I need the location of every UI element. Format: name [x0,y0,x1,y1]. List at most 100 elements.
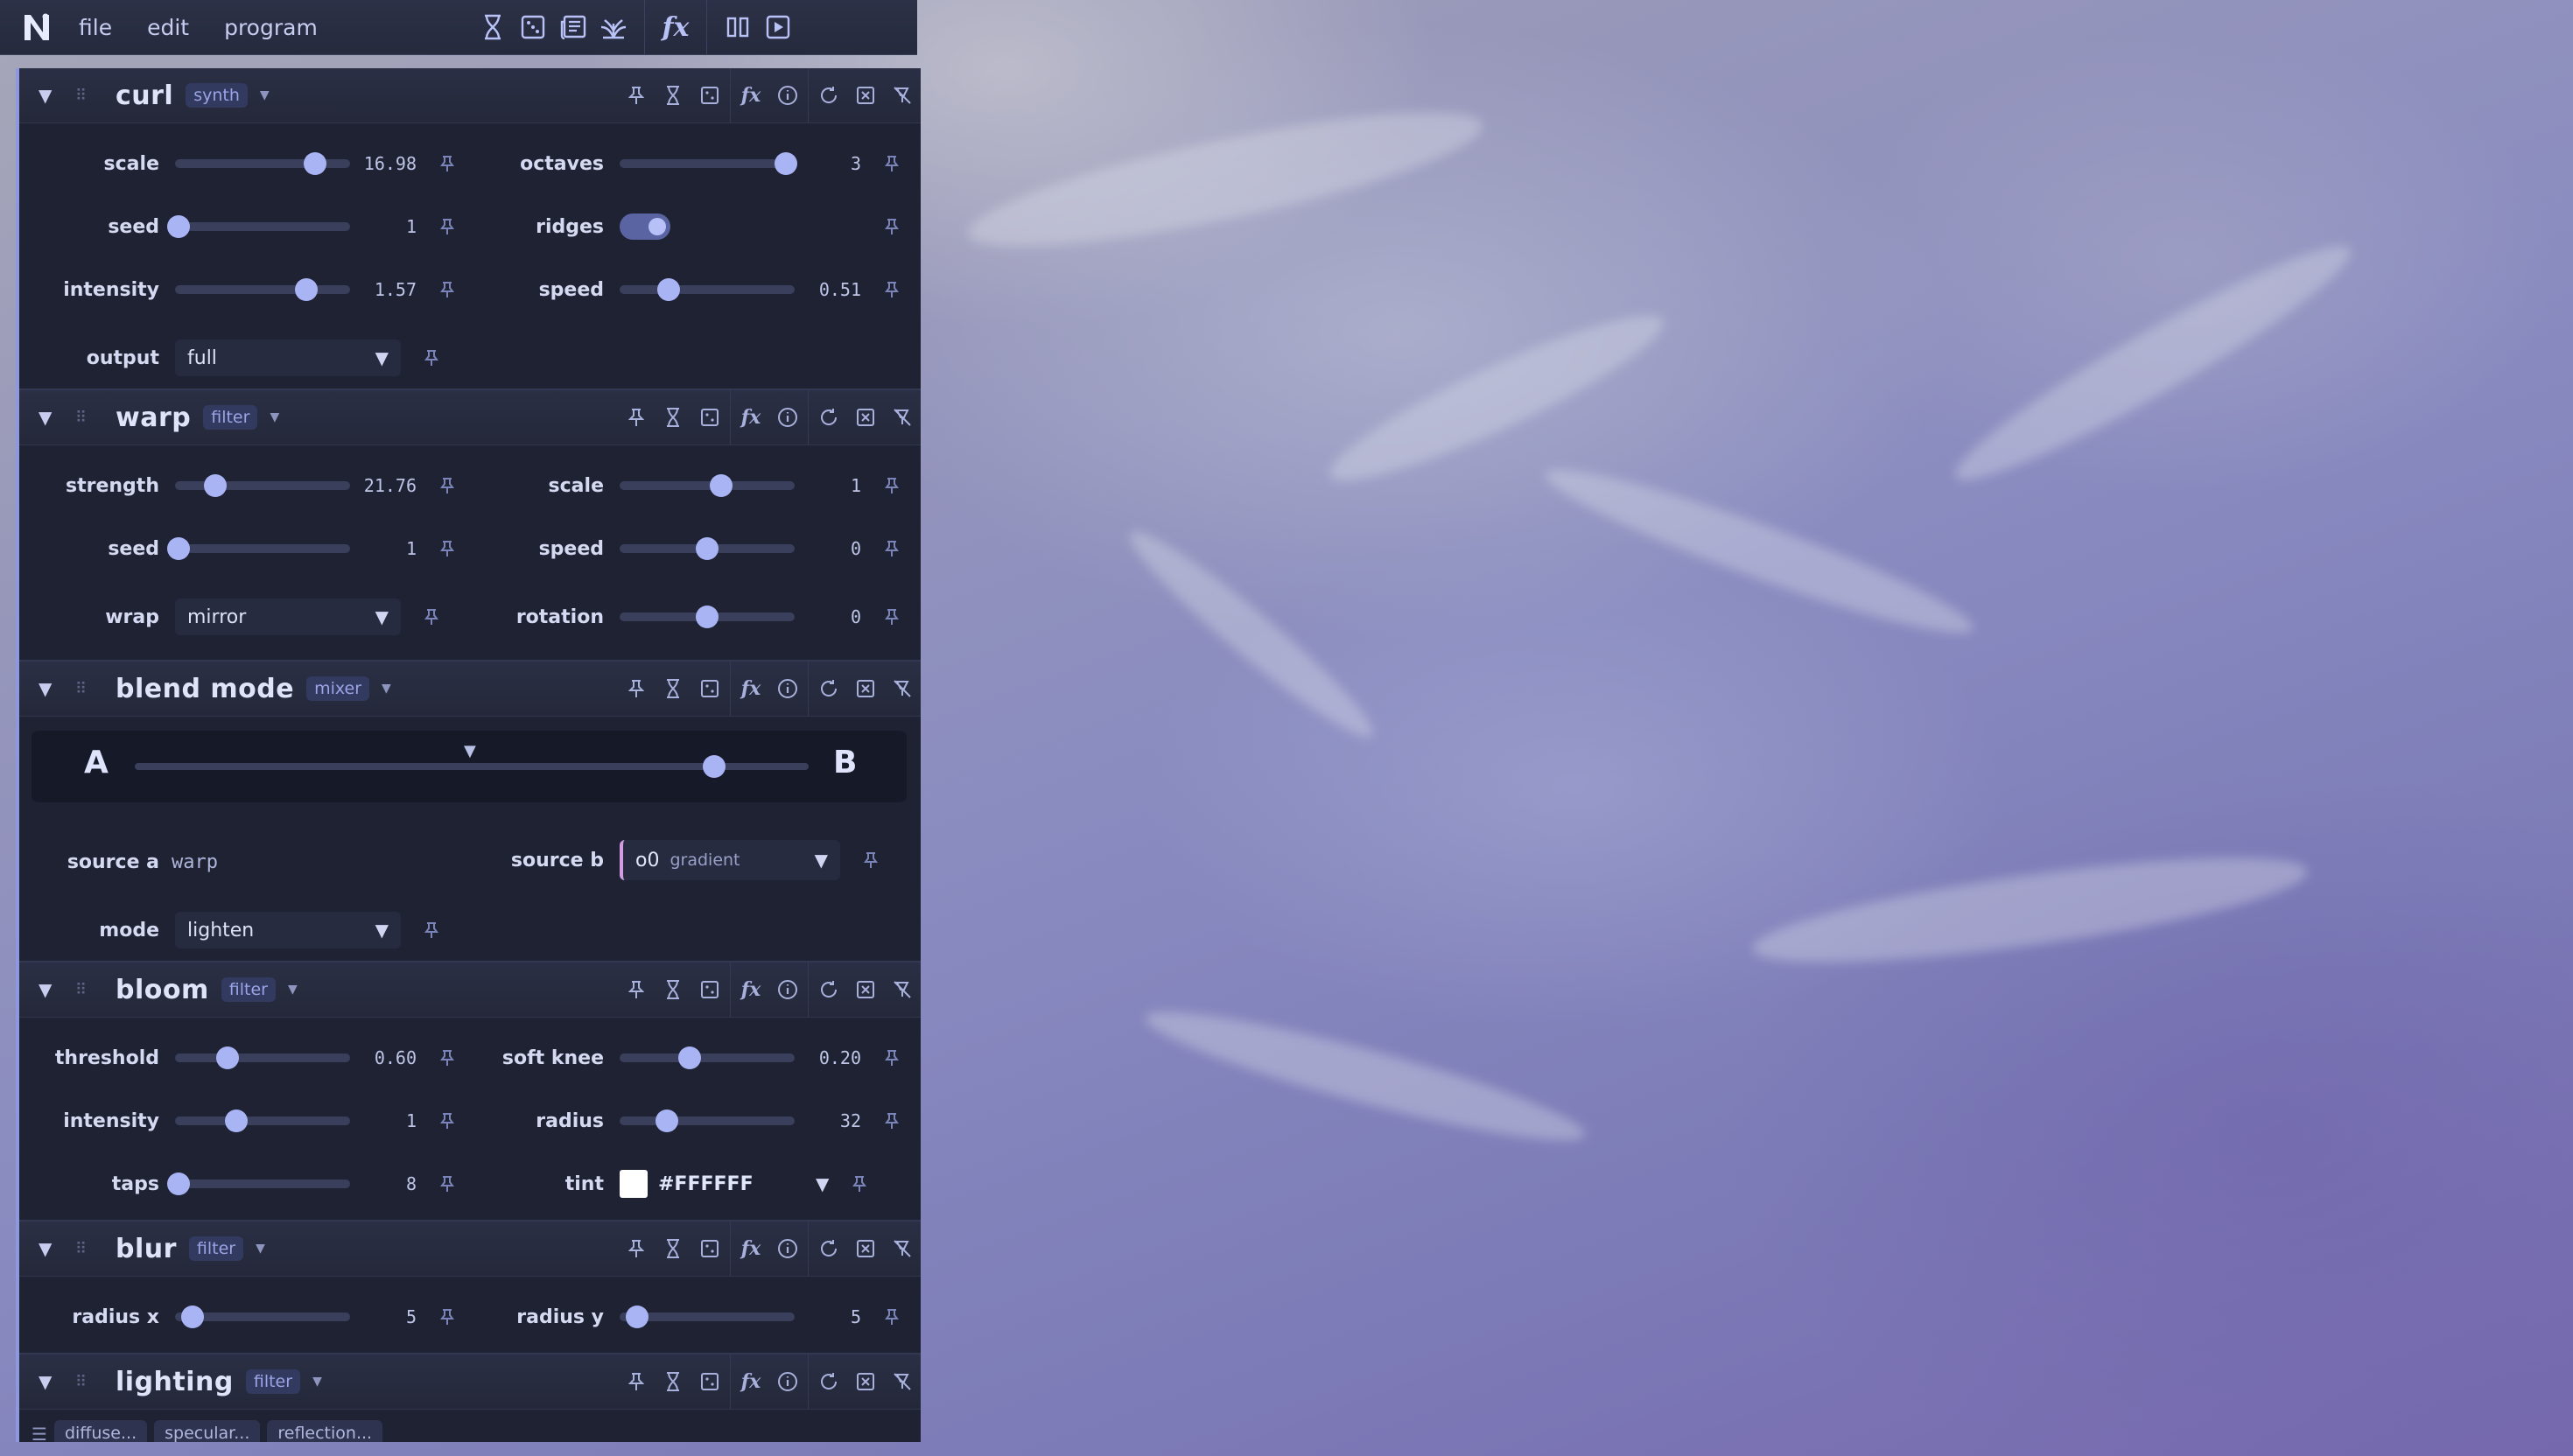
pin-icon[interactable] [418,917,445,943]
delete-icon[interactable] [847,77,884,114]
param-value[interactable]: 1 [359,1110,417,1131]
bypass-icon[interactable] [884,670,921,707]
slider-thumb[interactable] [656,1110,678,1132]
param-value[interactable]: 1.57 [359,279,417,300]
collapse-caret-icon[interactable]: ▼ [39,678,52,699]
tag-dropdown-icon[interactable]: ▼ [270,410,279,424]
speed-slider[interactable] [620,278,795,301]
tab-diffuse[interactable]: diffuse... [53,1420,148,1442]
pin-icon[interactable] [618,1230,655,1267]
slider-thumb[interactable] [678,1046,701,1069]
info-icon[interactable] [769,399,806,436]
param-value[interactable]: 21.76 [359,475,417,496]
pin-icon[interactable] [434,214,460,240]
dice-icon[interactable] [691,971,728,1008]
module-tag[interactable]: mixer [306,676,370,701]
slider-thumb[interactable] [710,474,733,497]
module-tag[interactable]: filter [188,1236,244,1261]
pin-icon[interactable] [879,1304,905,1330]
param-value[interactable]: 0.20 [803,1047,861,1068]
speed-slider[interactable] [620,537,795,560]
function-icon[interactable]: fx [733,77,769,114]
rotation-slider[interactable] [620,606,795,628]
pin-icon[interactable] [879,214,905,240]
param-value[interactable]: 0 [803,606,861,627]
function-icon[interactable]: fx [733,399,769,436]
pin-icon[interactable] [434,1171,460,1197]
function-icon[interactable]: fx [733,1230,769,1267]
slider-thumb[interactable] [696,606,719,628]
menu-file[interactable]: file [79,15,112,40]
delete-icon[interactable] [847,399,884,436]
scale-slider[interactable] [175,152,350,175]
pin-icon[interactable] [434,276,460,303]
collapse-caret-icon[interactable]: ▼ [39,1238,52,1259]
tab-reflection[interactable]: reflection... [267,1420,383,1442]
collapse-caret-icon[interactable]: ▼ [39,1371,52,1392]
bypass-icon[interactable] [884,971,921,1008]
function-icon[interactable]: fx [733,670,769,707]
collapse-caret-icon[interactable]: ▼ [39,407,52,428]
drag-handle-icon[interactable]: ⠿ [75,87,88,105]
slider-thumb[interactable] [225,1110,248,1132]
param-value[interactable]: 1 [803,475,861,496]
radius-slider[interactable] [620,1110,795,1132]
reset-icon[interactable] [810,1230,847,1267]
reset-icon[interactable] [810,77,847,114]
dna-icon[interactable] [655,1363,691,1400]
slider-thumb[interactable] [167,537,190,560]
slider-thumb[interactable] [657,278,680,301]
bypass-icon[interactable] [884,399,921,436]
reset-icon[interactable] [810,1363,847,1400]
dice-icon[interactable] [691,1363,728,1400]
slider-thumb[interactable] [775,152,797,175]
pin-icon[interactable] [418,345,445,371]
param-value[interactable]: 0.51 [803,279,861,300]
module-tag[interactable]: filter [245,1369,301,1394]
pin-icon[interactable] [434,472,460,499]
dice-icon[interactable] [691,399,728,436]
drag-handle-icon[interactable]: ⠿ [75,409,88,427]
pin-icon[interactable] [434,1304,460,1330]
slider-thumb[interactable] [181,1306,204,1328]
dice-icon[interactable] [691,670,728,707]
pin-icon[interactable] [879,276,905,303]
dna-icon[interactable] [655,1230,691,1267]
param-value[interactable]: 0.60 [359,1047,417,1068]
tag-dropdown-icon[interactable]: ▼ [382,682,391,696]
pin-icon[interactable] [434,150,460,177]
source-b-select[interactable]: o0 gradient ▼ [620,840,840,880]
menu-program[interactable]: program [224,15,318,40]
slider-thumb[interactable] [304,152,326,175]
app-logo-icon[interactable] [16,6,58,48]
tag-dropdown-icon[interactable]: ▼ [288,983,298,997]
mix-slider[interactable]: ▼ [135,742,809,778]
reset-icon[interactable] [810,399,847,436]
soft-knee-slider[interactable] [620,1046,795,1069]
seed-slider[interactable] [167,537,350,560]
info-icon[interactable] [769,77,806,114]
output-select[interactable]: full ▼ [175,340,401,376]
tag-dropdown-icon[interactable]: ▼ [256,1242,265,1256]
module-tag[interactable]: filter [203,405,258,430]
columns-icon[interactable] [720,10,755,45]
param-value[interactable]: 8 [359,1173,417,1194]
param-value[interactable]: 1 [359,216,417,237]
bypass-icon[interactable] [884,77,921,114]
delete-icon[interactable] [847,670,884,707]
param-value[interactable]: 3 [803,153,861,174]
pin-icon[interactable] [879,1108,905,1134]
play-icon[interactable] [761,10,796,45]
info-icon[interactable] [769,1363,806,1400]
ridges-toggle[interactable] [620,214,670,240]
pin-icon[interactable] [618,77,655,114]
delete-icon[interactable] [847,1363,884,1400]
param-value[interactable]: 5 [803,1306,861,1327]
info-icon[interactable] [769,670,806,707]
slider-thumb[interactable] [204,474,227,497]
tab-specular[interactable]: specular... [154,1420,261,1442]
function-icon[interactable]: fx [733,971,769,1008]
news-icon[interactable] [556,10,591,45]
param-value[interactable]: 0 [803,538,861,559]
menu-edit[interactable]: edit [147,15,189,40]
